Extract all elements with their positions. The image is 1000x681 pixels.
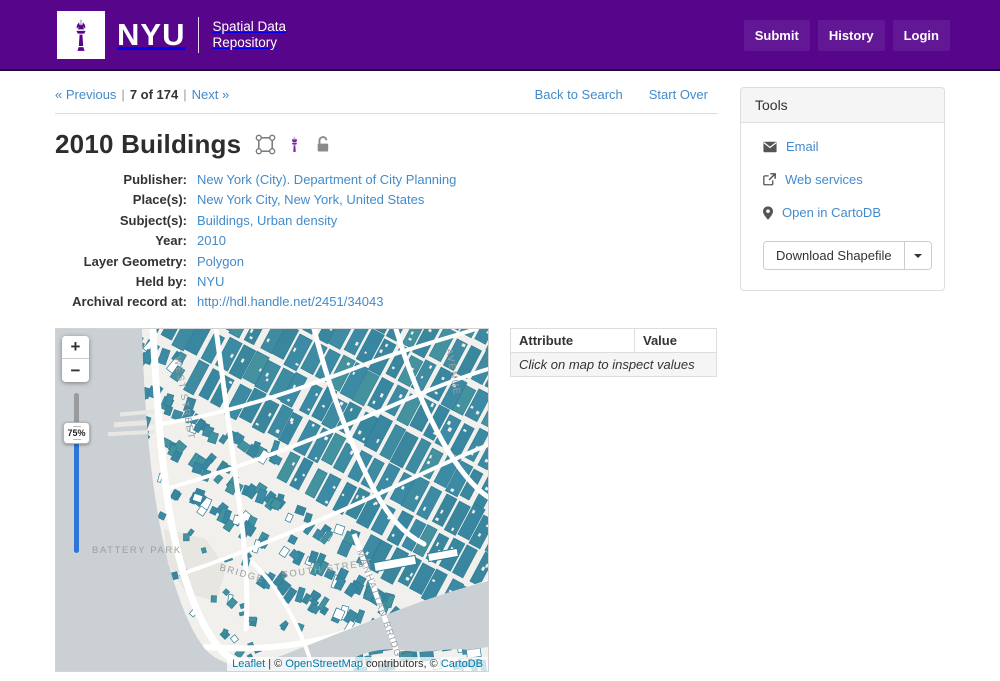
record-badges [254,133,333,156]
public-access-unlocked-icon [312,134,333,155]
held-by-link[interactable]: NYU [197,274,224,289]
slider-handle[interactable]: 75% [63,422,90,444]
map-zoom-control: + − [62,336,89,382]
email-tool: Email [763,139,932,154]
brand-name: NYU [117,17,185,53]
attribute-column-header: Attribute [511,328,635,352]
search-links: Back to Search Start Over [535,87,718,102]
metadata-row: Year: 2010 [55,231,718,251]
polygon-geometry-icon [254,133,277,156]
nav-submit[interactable]: Submit [744,20,810,51]
map-attribution: Leaflet | © OpenStreetMap contributors, … [227,657,488,671]
torch-icon [61,15,101,55]
nyu-torch-logo [57,11,105,59]
site-header: NYU Spatial Data Repository Submit Histo… [0,0,1000,71]
nav-history[interactable]: History [818,20,885,51]
tools-panel: Tools Email Web services [740,87,945,291]
nyu-home-link[interactable]: NYU Spatial Data Repository [57,11,286,59]
metadata-label: Place(s): [55,190,187,210]
download-options-toggle[interactable] [904,242,931,269]
map-marker-icon [763,206,773,220]
zoom-in-button[interactable]: + [62,336,89,359]
metadata-label: Year: [55,231,187,251]
metadata-list: Publisher: New York (City). Department o… [55,170,718,313]
year-link[interactable]: 2010 [197,233,226,248]
external-link-icon [763,173,776,186]
metadata-row: Layer Geometry: Polygon [55,252,718,272]
battery-park-label: BATTERY PARK [92,545,182,556]
web-services-link[interactable]: Web services [785,172,863,187]
leaflet-link[interactable]: Leaflet [232,658,265,670]
slider-track-upper[interactable] [74,393,79,425]
metadata-label: Layer Geometry: [55,252,187,272]
metadata-label: Held by: [55,272,187,292]
caret-down-icon [914,254,922,258]
tagline-line1: Spatial Data [212,19,286,35]
pagination-bar: « Previous | 7 of 174 | Next » Back to Searc… [55,87,718,114]
attribution-text: contributors, © [363,658,441,670]
pager-count: 7 of 174 [130,87,178,102]
cartodb-link[interactable]: CartoDB [441,658,483,670]
publisher-link[interactable]: New York (City). Department of City Plan… [197,172,456,187]
subjects-link[interactable]: Buildings, Urban density [197,213,337,228]
web-services-tool: Web services [763,172,932,187]
inspect-placeholder: Click on map to inspect values [511,352,717,376]
archival-record-link[interactable]: http://hdl.handle.net/2451/34043 [197,294,384,309]
tools-panel-title: Tools [741,88,944,123]
metadata-label: Archival record at: [55,292,187,312]
attribute-inspect-table: Attribute Value Click on map to inspect … [510,328,717,377]
map-preview[interactable]: BATTERY PARK WEST STREET SOUTH STREET BR… [55,328,489,672]
pager: « Previous | 7 of 174 | Next » [55,87,229,102]
top-nav: Submit History Login [744,0,950,71]
download-shapefile-button[interactable]: Download Shapefile [764,242,904,269]
pager-separator: | [183,87,186,102]
metadata-row: Held by: NYU [55,272,718,292]
attribution-text: | © [265,658,285,670]
metadata-label: Subject(s): [55,211,187,231]
email-icon [763,141,777,153]
metadata-row: Place(s): New York City, New York, Unite… [55,190,718,210]
nyu-institution-icon [285,134,304,155]
slider-track-lower[interactable] [74,443,79,553]
page-title: 2010 Buildings [55,129,241,160]
previous-link[interactable]: « Previous [55,87,116,102]
pager-separator: | [121,87,124,102]
open-in-cartodb-tool: Open in CartoDB [763,205,932,220]
next-link[interactable]: Next » [192,87,230,102]
metadata-label: Publisher: [55,170,187,190]
download-split-button: Download Shapefile [763,241,932,270]
layer-opacity-slider[interactable]: 75% [62,393,90,553]
email-link[interactable]: Email [786,139,819,154]
start-over-link[interactable]: Start Over [649,87,708,102]
brand-tagline: Spatial Data Repository [212,19,286,51]
table-row: Click on map to inspect values [511,352,717,376]
openstreetmap-link[interactable]: OpenStreetMap [285,658,363,670]
brand-divider [198,17,199,53]
geometry-link[interactable]: Polygon [197,254,244,269]
value-column-header: Value [635,328,717,352]
open-in-cartodb-link[interactable]: Open in CartoDB [782,205,881,220]
nav-login[interactable]: Login [893,20,950,51]
metadata-row: Archival record at: http://hdl.handle.ne… [55,292,718,312]
metadata-row: Subject(s): Buildings, Urban density [55,211,718,231]
map-canvas: BATTERY PARK WEST STREET SOUTH STREET BR… [56,329,488,671]
tagline-line2: Repository [212,35,286,51]
metadata-row: Publisher: New York (City). Department o… [55,170,718,190]
places-link[interactable]: New York City, New York, United States [197,192,424,207]
zoom-out-button[interactable]: − [62,359,89,382]
back-to-search-link[interactable]: Back to Search [535,87,623,102]
